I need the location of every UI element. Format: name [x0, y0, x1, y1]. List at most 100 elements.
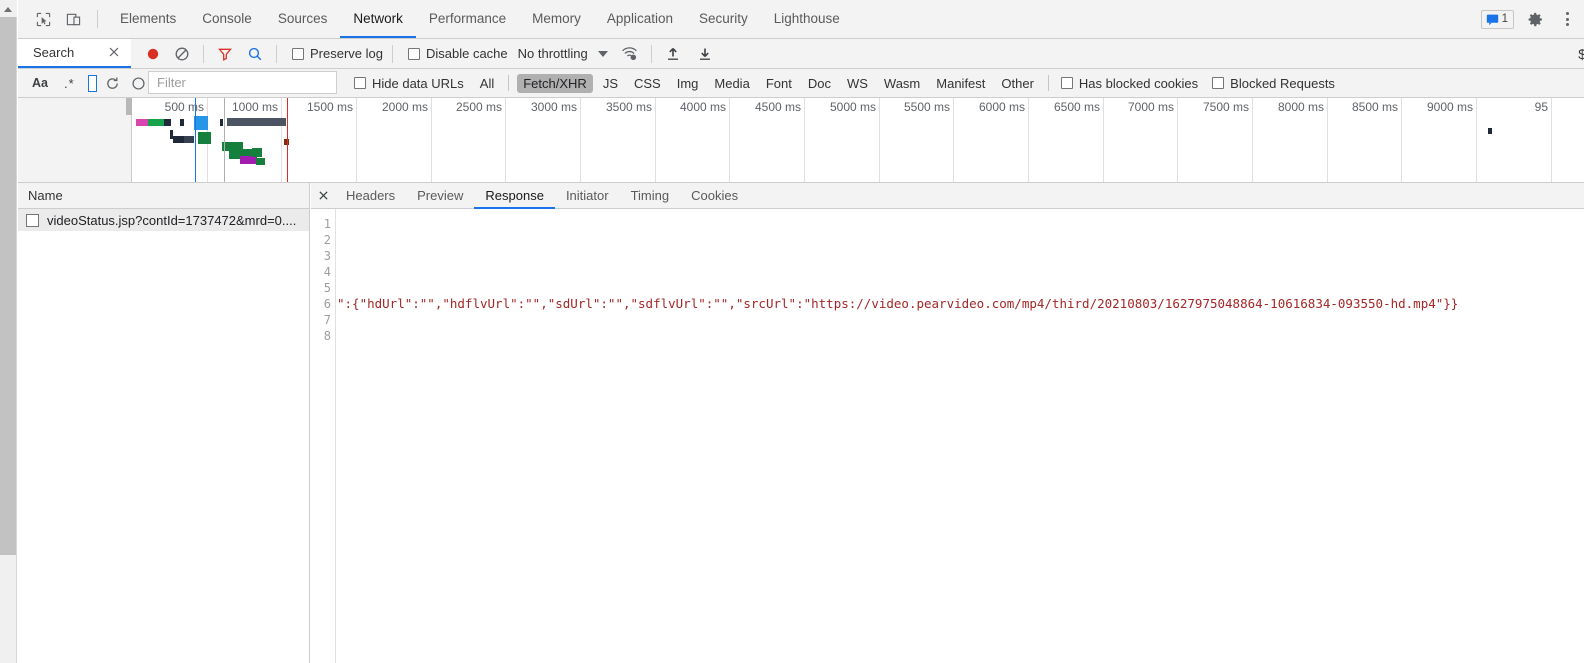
message-count: 1 — [1501, 13, 1508, 25]
disable-cache-checkbox[interactable]: Disable cache — [407, 46, 508, 61]
scroll-up-arrow-icon[interactable] — [0, 0, 17, 17]
close-icon[interactable] — [107, 45, 123, 61]
checkbox-box[interactable] — [1060, 77, 1073, 89]
timeline-tick: 9000 ms — [1427, 98, 1477, 182]
device-toolbar-icon[interactable] — [60, 6, 86, 32]
table-row[interactable]: videoStatus.jsp?contId=1737472&mrd=0.... — [18, 209, 309, 231]
filter-type-css[interactable]: CSS — [628, 74, 667, 93]
request-name: videoStatus.jsp?contId=1737472&mrd=0.... — [47, 212, 297, 228]
detail-tab-response[interactable]: Response — [474, 183, 555, 209]
filter-type-all[interactable]: All — [474, 74, 500, 93]
tab-performance[interactable]: Performance — [416, 0, 519, 38]
detail-tab-initiator[interactable]: Initiator — [555, 183, 620, 209]
throttling-select[interactable]: No throttling — [518, 46, 588, 61]
filter-type-ws[interactable]: WS — [841, 74, 874, 93]
checkbox-box[interactable] — [292, 47, 304, 60]
refresh-icon[interactable] — [101, 71, 125, 95]
filter-type-font[interactable]: Font — [760, 74, 798, 93]
detail-tab-preview[interactable]: Preview — [406, 183, 474, 209]
tab-network[interactable]: Network — [340, 0, 416, 38]
filter-type-doc[interactable]: Doc — [802, 74, 837, 93]
tab-sources[interactable]: Sources — [265, 0, 341, 38]
filter-separator — [508, 75, 510, 91]
chevron-down-icon[interactable] — [597, 50, 608, 57]
has-blocked-cookies-checkbox[interactable]: Has blocked cookies — [1060, 76, 1198, 91]
filter-input[interactable]: Filter — [148, 71, 337, 94]
filter-type-wasm[interactable]: Wasm — [878, 74, 926, 93]
record-icon[interactable] — [141, 42, 165, 66]
timeline-tick-label: 7500 ms — [1202, 100, 1249, 114]
code-line: ":{"hdUrl":"","hdflvUrl":"","sdUrl":"","… — [337, 296, 1459, 311]
filter-icon[interactable] — [213, 42, 237, 66]
tab-memory[interactable]: Memory — [519, 0, 594, 38]
timeline-tick: 8000 ms — [1278, 98, 1328, 182]
request-detail-tabs: Headers Preview Response Initiator Timin… — [311, 183, 1584, 209]
overview-request-bar — [240, 156, 256, 164]
detail-tab-timing[interactable]: Timing — [620, 183, 681, 209]
filter-type-js[interactable]: JS — [597, 74, 624, 93]
preserve-log-checkbox[interactable]: Preserve log — [292, 46, 383, 61]
network-conditions-icon[interactable] — [618, 42, 642, 66]
tab-elements[interactable]: Elements — [107, 0, 189, 38]
toolbar-separator — [97, 10, 98, 28]
import-har-icon[interactable] — [661, 42, 685, 66]
network-toolbar: Search Preserve log Disable cache No thr… — [18, 39, 1584, 69]
hide-data-urls-checkbox[interactable]: Hide data URLs — [354, 76, 464, 91]
tab-security[interactable]: Security — [686, 0, 761, 38]
detail-tab-headers[interactable]: Headers — [335, 183, 406, 209]
overview-request-bar — [164, 119, 171, 126]
overview-track[interactable]: 500 ms 1000 ms 1500 ms 2000 ms 2500 ms 3000 m… — [132, 98, 1584, 182]
response-body-view[interactable]: 1 2 3 4 5 6 7 8 ":{"hdUrl":"","hdflvUrl":"","sd… — [311, 209, 1584, 663]
devtools-tabstrip: Elements Console Sources Network Perform… — [18, 0, 1584, 39]
timeline-tick-label: 7000 ms — [1127, 100, 1174, 114]
message-count-badge[interactable]: 1 — [1480, 9, 1514, 29]
export-har-icon[interactable] — [693, 42, 717, 66]
blocked-requests-checkbox[interactable]: Blocked Requests — [1212, 76, 1335, 91]
filter-type-img[interactable]: Img — [671, 74, 705, 93]
inspect-element-icon[interactable] — [30, 6, 56, 32]
regex-button[interactable]: .* — [64, 76, 75, 91]
disable-cache-label: Disable cache — [425, 46, 508, 61]
search-icon[interactable] — [243, 42, 267, 66]
tab-application[interactable]: Application — [594, 0, 686, 38]
message-icon — [1486, 14, 1498, 25]
timeline-tick: 8500 ms — [1352, 98, 1402, 182]
overview-request-bar — [252, 148, 262, 157]
toolbar-overflow[interactable]: $ — [1578, 39, 1584, 68]
tab-console[interactable]: Console — [189, 0, 265, 38]
timeline-tick-label: 500 ms — [164, 100, 204, 114]
tab-lighthouse[interactable]: Lighthouse — [761, 0, 853, 38]
filter-placeholder: Filter — [157, 75, 186, 90]
checkbox-box[interactable] — [1212, 77, 1225, 89]
detail-tab-cookies[interactable]: Cookies — [680, 183, 749, 209]
kebab-menu-icon[interactable] — [1556, 6, 1578, 32]
checkbox-box[interactable] — [407, 47, 420, 60]
overview-request-bar — [220, 119, 223, 126]
page-scrollbar[interactable] — [0, 0, 17, 663]
toolbar-separator — [650, 44, 652, 63]
filter-type-fetch-xhr[interactable]: Fetch/XHR — [517, 73, 593, 93]
search-drawer-tab[interactable]: Search — [18, 39, 131, 68]
column-header-name: Name — [28, 188, 63, 203]
timeline-tick: 5500 ms — [904, 98, 954, 182]
match-case-button[interactable]: Aa — [32, 76, 48, 90]
filter-type-other[interactable]: Other — [995, 74, 1040, 93]
filter-type-media[interactable]: Media — [708, 74, 755, 93]
overview-request-bar — [173, 136, 184, 143]
timeline-tick-label: 4500 ms — [754, 100, 801, 114]
response-code[interactable]: ":{"hdUrl":"","hdflvUrl":"","sdUrl":"","… — [337, 216, 1584, 663]
checkbox-box[interactable] — [354, 77, 366, 89]
close-icon[interactable] — [311, 183, 335, 209]
request-list-panel: Name videoStatus.jsp?contId=1737472&mrd=… — [18, 183, 310, 663]
filter-type-manifest[interactable]: Manifest — [930, 74, 991, 93]
scrollbar-thumb[interactable] — [0, 17, 16, 555]
network-overview[interactable]: 500 ms 1000 ms 1500 ms 2000 ms 2500 ms 3000 m… — [18, 98, 1584, 183]
timeline-tick-label: 2500 ms — [455, 100, 502, 114]
gear-icon[interactable] — [1522, 6, 1548, 32]
row-checkbox[interactable] — [26, 213, 39, 227]
clear-icon[interactable] — [170, 42, 194, 66]
